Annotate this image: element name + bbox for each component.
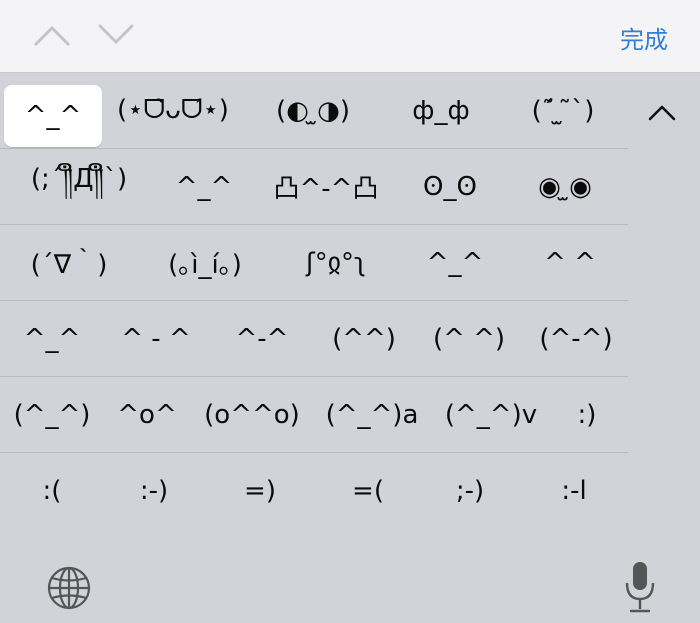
dictation-button[interactable] [622, 559, 658, 617]
kaomoji-key[interactable]: ф_ф [386, 73, 496, 148]
kaomoji-key[interactable]: ;-) [420, 453, 520, 528]
kaomoji-keyboard: ^_^ (⋆ᗜ̀ᴗᗜ́⋆) (◐ ̫◑) ф_ф (ˊ̃ ̫ ̃ˋ) (;´༎ຶ… [0, 73, 700, 623]
kaomoji-key[interactable]: (;´༎ຶД༎ຶ`) [4, 149, 154, 224]
kaomoji-key[interactable]: (◐ ̫◑) [244, 73, 382, 148]
microphone-icon [625, 562, 655, 613]
globe-icon [47, 566, 91, 610]
chevron-down-icon [98, 24, 134, 44]
chevron-up-icon [648, 105, 676, 121]
kaomoji-key[interactable]: ◉ ̫◉ [504, 149, 626, 224]
kaomoji-key[interactable]: (^_^) [4, 377, 100, 452]
kaomoji-key[interactable]: ^_^ [4, 85, 102, 147]
keyboard-bottom-bar [0, 551, 700, 623]
kaomoji-key[interactable]: =( [316, 453, 420, 528]
kaomoji-key[interactable]: ^ - ^ [104, 301, 208, 376]
switch-keyboard-button[interactable] [44, 563, 94, 613]
kaomoji-key[interactable]: :-l [524, 453, 624, 528]
kaomoji-key[interactable]: ʘ_ʘ [400, 149, 500, 224]
kaomoji-key[interactable]: :( [4, 453, 100, 528]
kaomoji-grid: ^_^ (⋆ᗜ̀ᴗᗜ́⋆) (◐ ̫◑) ф_ф (ˊ̃ ̫ ̃ˋ) (;´༎ຶ… [0, 73, 628, 528]
kaomoji-key[interactable]: ^ ^ [514, 225, 626, 300]
kaomoji-key[interactable]: (^_^)a [312, 377, 432, 452]
kaomoji-key[interactable]: (^_^)v [436, 377, 546, 452]
kaomoji-key[interactable]: ^_^ [4, 301, 100, 376]
kaomoji-key[interactable]: (⋆ᗜ̀ᴗᗜ́⋆) [110, 73, 236, 148]
kaomoji-row: (^_^) ^o^ (o^^o) (^_^)a (^_^)v :) [0, 377, 628, 453]
done-button[interactable]: 完成 [620, 20, 668, 55]
kaomoji-row: (;´༎ຶД༎ຶ`) ^_^ 凸^-^凸 ʘ_ʘ ◉ ̫◉ [0, 149, 628, 225]
kaomoji-key[interactable]: 凸^-^凸 [256, 149, 396, 224]
kaomoji-key[interactable]: ^_^ [156, 149, 252, 224]
kaomoji-key[interactable]: (｡ì_í｡) [138, 225, 272, 300]
keyboard-toolbar: 完成 [0, 0, 700, 73]
kaomoji-key[interactable]: (^-^) [526, 301, 626, 376]
kaomoji-key[interactable]: =) [208, 453, 312, 528]
kaomoji-key[interactable]: ^_^ [400, 225, 510, 300]
next-field-button[interactable] [96, 18, 136, 52]
previous-field-button[interactable] [32, 18, 72, 52]
kaomoji-row: (´∇｀) (｡ì_í｡) ʃ°ჲ°ʅ ^_^ ^ ^ [0, 225, 628, 301]
kaomoji-key[interactable]: (^ ^) [416, 301, 522, 376]
kaomoji-row: ^_^ ^ - ^ ^-^ (^^) (^ ^) (^-^) [0, 301, 628, 377]
kaomoji-key[interactable]: ʃ°ჲ°ʅ [276, 225, 396, 300]
kaomoji-row: :( :-) =) =( ;-) :-l [0, 453, 628, 528]
kaomoji-key[interactable]: ^-^ [212, 301, 312, 376]
kaomoji-row: ^_^ (⋆ᗜ̀ᴗᗜ́⋆) (◐ ̫◑) ф_ф (ˊ̃ ̫ ̃ˋ) [0, 73, 628, 149]
kaomoji-key[interactable]: ^o^ [100, 377, 194, 452]
kaomoji-key[interactable]: (^^) [316, 301, 412, 376]
kaomoji-key[interactable]: (ˊ̃ ̫ ̃ˋ) [500, 73, 626, 148]
kaomoji-key[interactable]: (´∇｀) [4, 225, 134, 300]
kaomoji-key[interactable]: :) [548, 377, 626, 452]
kaomoji-key[interactable]: :-) [104, 453, 204, 528]
chevron-up-icon [34, 26, 70, 46]
collapse-kaomoji-button[interactable] [642, 93, 682, 133]
kaomoji-key[interactable]: (o^^o) [196, 377, 308, 452]
